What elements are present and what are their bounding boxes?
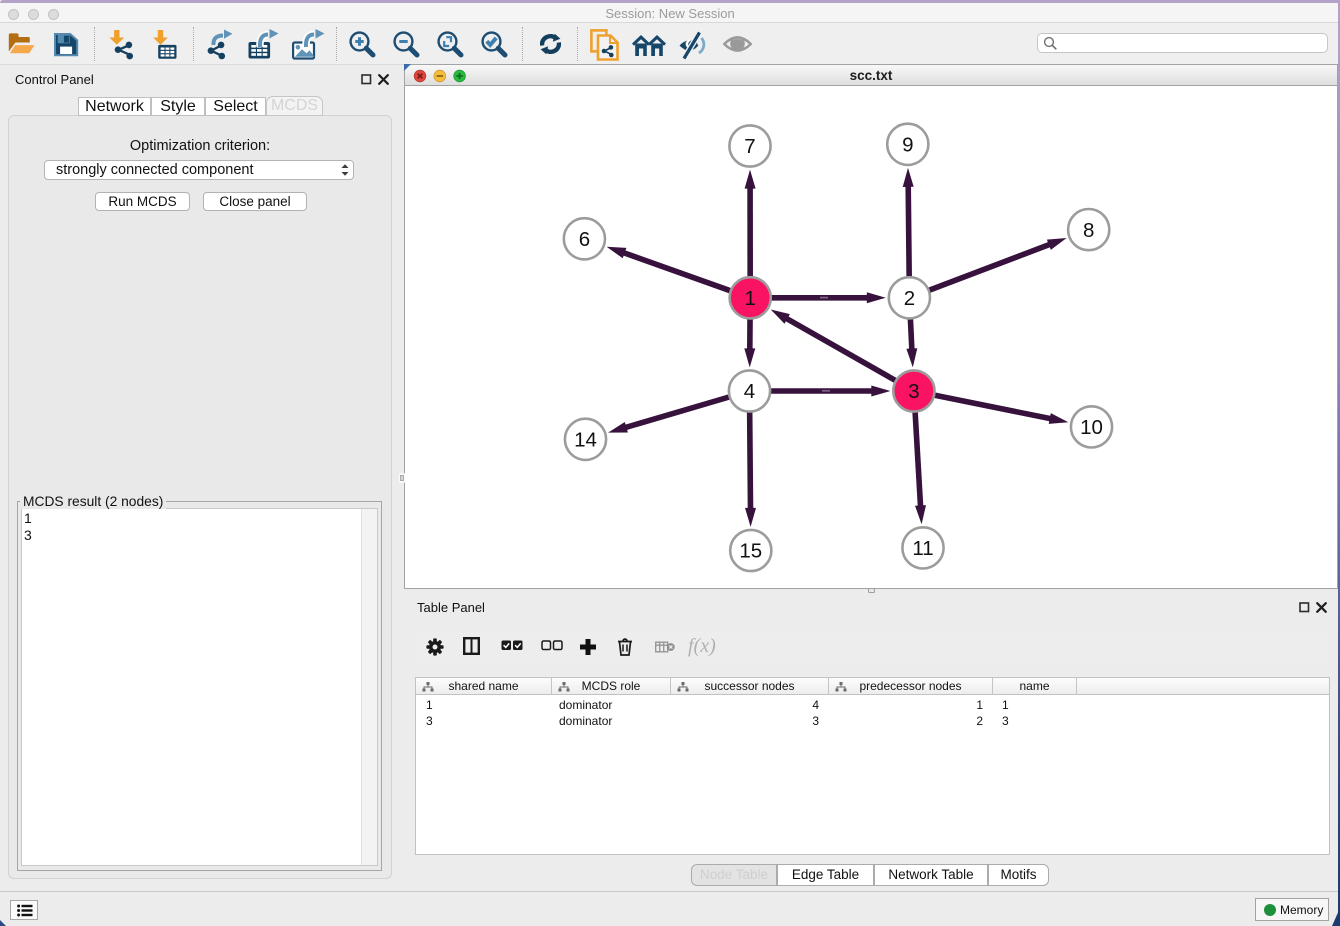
svg-text:14: 14: [574, 429, 597, 452]
svg-text:8: 8: [1083, 219, 1094, 242]
svg-text:11: 11: [912, 537, 933, 560]
svg-text:9: 9: [902, 134, 913, 157]
svg-text:4: 4: [744, 380, 755, 403]
svg-text:6: 6: [579, 228, 590, 251]
svg-text:15: 15: [739, 540, 762, 563]
svg-text:1: 1: [744, 287, 755, 310]
svg-text:2: 2: [904, 287, 915, 310]
svg-text:7: 7: [744, 135, 755, 158]
svg-text:10: 10: [1080, 416, 1103, 439]
svg-text:3: 3: [908, 380, 919, 403]
